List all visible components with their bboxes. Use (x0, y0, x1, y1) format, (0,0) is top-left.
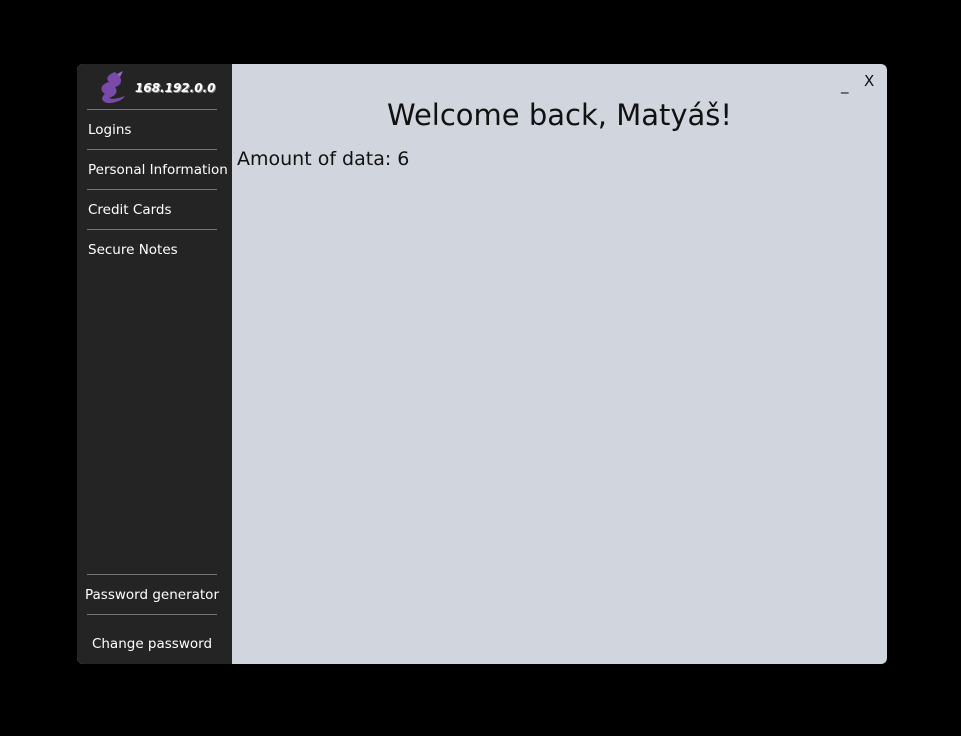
app-window: 168.192.0.0 Logins Personal Information … (77, 64, 887, 664)
close-button[interactable]: X (864, 72, 874, 90)
divider (87, 109, 217, 110)
divider (87, 574, 217, 575)
password-generator-button[interactable]: Password generator (77, 587, 227, 603)
divider (87, 149, 217, 150)
dragon-icon (101, 71, 125, 104)
sidebar-item-personal-information[interactable]: Personal Information (88, 162, 228, 178)
change-password-button[interactable]: Change password (77, 636, 227, 652)
logo-text: 168.192.0.0 (135, 81, 216, 95)
sidebar: 168.192.0.0 Logins Personal Information … (77, 64, 232, 664)
sidebar-item-secure-notes[interactable]: Secure Notes (88, 242, 178, 258)
sidebar-item-logins[interactable]: Logins (88, 122, 131, 138)
data-amount: Amount of data: 6 (237, 148, 410, 170)
page-title: Welcome back, Matyáš! (386, 98, 733, 132)
logo: 168.192.0.0 (95, 68, 220, 108)
divider (87, 189, 217, 190)
sidebar-item-credit-cards[interactable]: Credit Cards (88, 202, 172, 218)
divider (87, 229, 217, 230)
divider (87, 614, 217, 615)
minimize-button[interactable]: _ (841, 76, 849, 94)
